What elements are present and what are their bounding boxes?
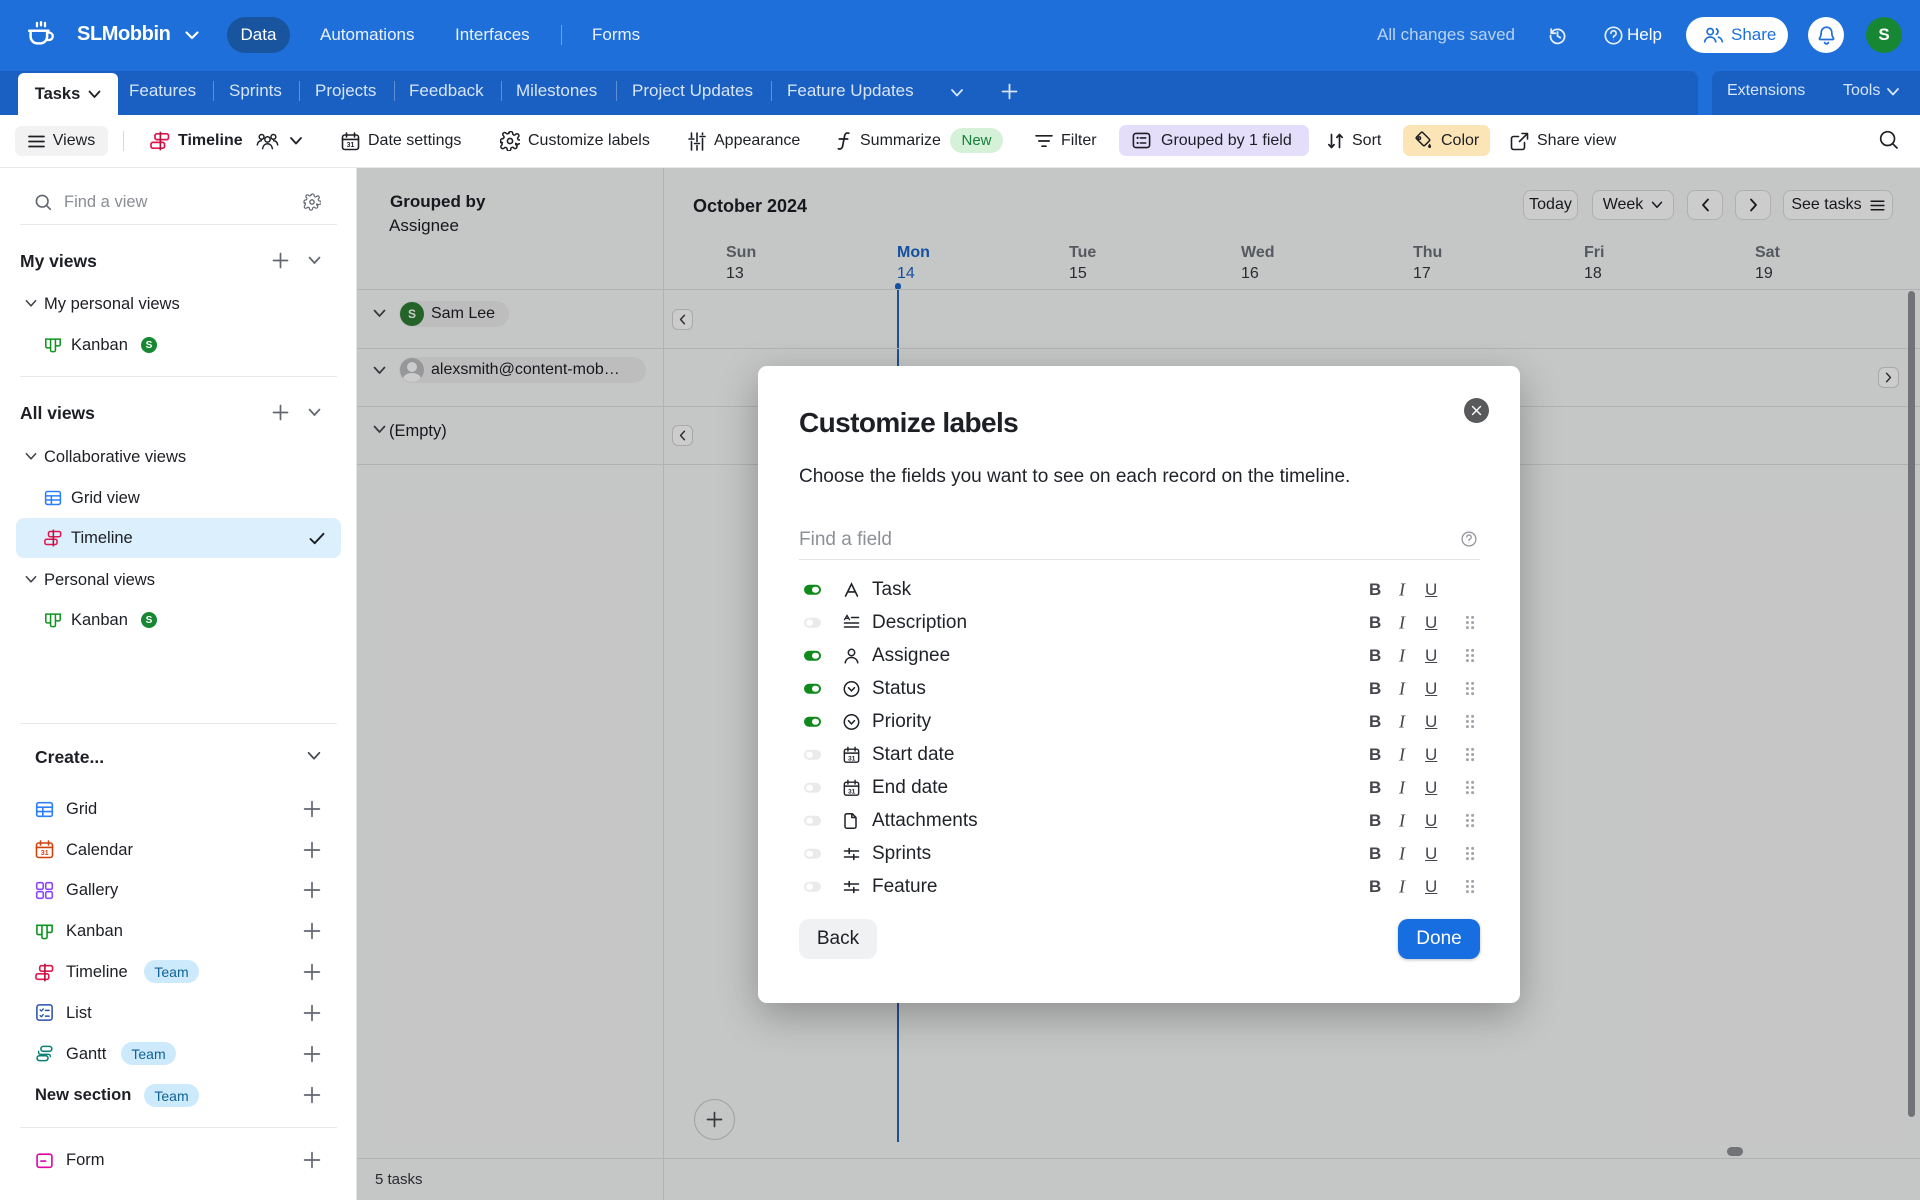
- svg-text:31: 31: [41, 850, 49, 857]
- svg-text:31: 31: [347, 142, 355, 149]
- svg-text:31: 31: [848, 788, 856, 795]
- svg-text:31: 31: [848, 755, 856, 762]
